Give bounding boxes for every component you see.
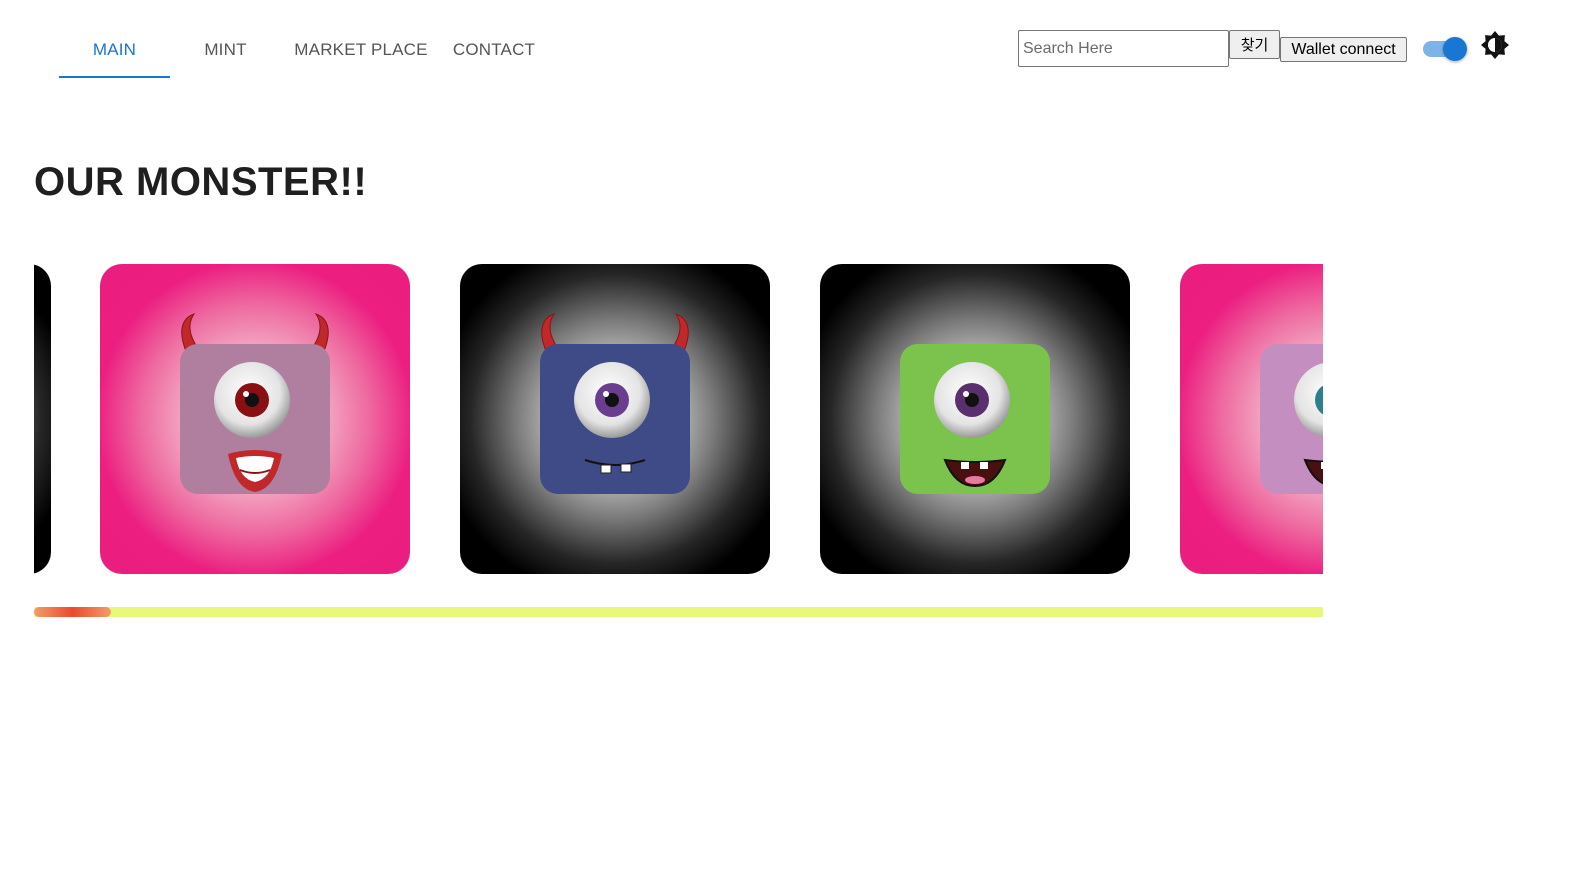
- nav-tabs: MAIN MINT MARKET PLACE CONTACT: [59, 22, 547, 78]
- tab-market-place[interactable]: MARKET PLACE: [281, 22, 441, 78]
- monster-card[interactable]: [34, 264, 51, 574]
- monster-image: [180, 313, 330, 494]
- monster-card[interactable]: [100, 264, 410, 574]
- page-title: OUR MONSTER!!: [34, 160, 368, 204]
- monster-carousel[interactable]: [34, 264, 1323, 575]
- monster-image: [540, 313, 690, 494]
- search-input[interactable]: [1018, 30, 1229, 67]
- switch-thumb: [1443, 37, 1467, 61]
- carousel-scrollbar-track[interactable]: [34, 607, 1323, 617]
- search-button[interactable]: 찾기: [1229, 30, 1280, 59]
- tab-contact[interactable]: CONTACT: [441, 22, 547, 78]
- monster-card[interactable]: [820, 264, 1130, 574]
- theme-toggle-switch[interactable]: [1418, 34, 1470, 62]
- top-navigation-bar: MAIN MINT MARKET PLACE CONTACT 찾기 Wallet…: [0, 0, 1580, 90]
- monster-image: [34, 264, 51, 574]
- monster-image: [1260, 344, 1323, 494]
- carousel-scrollbar-thumb[interactable]: [34, 607, 112, 617]
- tab-main[interactable]: MAIN: [59, 22, 170, 78]
- monster-card[interactable]: [460, 264, 770, 574]
- brightness-icon[interactable]: [1480, 30, 1510, 60]
- monster-card[interactable]: [1180, 264, 1323, 574]
- tab-mint[interactable]: MINT: [170, 22, 281, 78]
- monster-image: [900, 344, 1050, 494]
- wallet-connect-button[interactable]: Wallet connect: [1280, 37, 1407, 62]
